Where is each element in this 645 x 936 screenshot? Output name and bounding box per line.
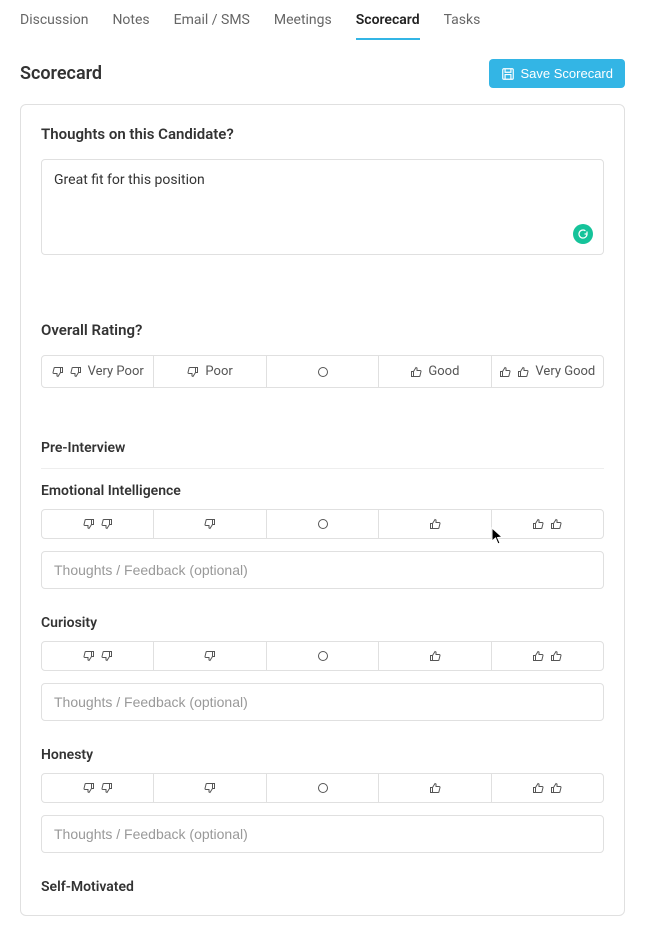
rating-poor[interactable] (154, 774, 266, 802)
trait-rating-row (41, 773, 604, 803)
tab-emailsms[interactable]: Email / SMS (174, 12, 250, 40)
rating-poor[interactable] (154, 642, 266, 670)
trait-honesty: Honesty (41, 733, 604, 853)
save-button-label: Save Scorecard (521, 66, 614, 81)
rating-good[interactable] (379, 642, 491, 670)
page-header: Scorecard Save Scorecard (0, 41, 645, 104)
tab-tasks[interactable]: Tasks (444, 12, 481, 40)
overall-poor[interactable]: Poor (154, 356, 266, 387)
rating-very-poor[interactable] (42, 510, 154, 538)
thoughts-heading: Thoughts on this Candidate? (41, 125, 604, 143)
thumbs-up-icon (532, 782, 544, 794)
thumbs-down-icon (204, 518, 216, 530)
overall-very-good[interactable]: Very Good (492, 356, 603, 387)
trait-rating-row (41, 509, 604, 539)
very-poor-label: Very Poor (88, 364, 144, 379)
overall-rating-row: Very Poor Poor Good Very Go (41, 355, 604, 388)
trait-title: Curiosity (41, 615, 604, 631)
tab-discussion[interactable]: Discussion (20, 12, 88, 40)
rating-very-good[interactable] (492, 510, 603, 538)
overall-rating-heading: Overall Rating? (41, 321, 604, 339)
scorecard-card: Thoughts on this Candidate? Great fit fo… (20, 104, 625, 916)
thumbs-up-icon (499, 366, 511, 378)
trait-title: Emotional Intelligence (41, 483, 604, 499)
tab-meetings[interactable]: Meetings (274, 12, 332, 40)
circle-icon (317, 518, 329, 530)
thoughts-textarea[interactable]: Great fit for this position (41, 159, 604, 255)
very-good-label: Very Good (535, 364, 595, 379)
thumbs-down-icon (204, 782, 216, 794)
trait-curiosity: Curiosity (41, 601, 604, 721)
circle-icon (317, 782, 329, 794)
thumbs-down-icon (83, 518, 95, 530)
trait-feedback-input[interactable] (41, 551, 604, 589)
trait-feedback-input[interactable] (41, 815, 604, 853)
thumbs-up-icon (517, 366, 529, 378)
rating-very-good[interactable] (492, 774, 603, 802)
thumbs-down-icon (52, 366, 64, 378)
overall-very-poor[interactable]: Very Poor (42, 356, 154, 387)
thumbs-down-icon (204, 650, 216, 662)
trait-feedback-input[interactable] (41, 683, 604, 721)
poor-label: Poor (205, 364, 232, 379)
thumbs-down-icon (101, 518, 113, 530)
save-icon (501, 67, 515, 81)
rating-very-good[interactable] (492, 642, 603, 670)
thumbs-down-icon (70, 366, 82, 378)
rating-good[interactable] (379, 774, 491, 802)
thumbs-down-icon (101, 782, 113, 794)
trait-title: Honesty (41, 747, 604, 763)
tab-bar: Discussion Notes Email / SMS Meetings Sc… (0, 0, 645, 41)
thumbs-up-icon (429, 782, 441, 794)
thumbs-down-icon (83, 782, 95, 794)
overall-neutral[interactable] (267, 356, 379, 387)
rating-poor[interactable] (154, 510, 266, 538)
overall-good[interactable]: Good (379, 356, 491, 387)
thumbs-up-icon (550, 650, 562, 662)
thoughts-value: Great fit for this position (54, 172, 591, 188)
good-label: Good (428, 364, 459, 379)
thumbs-up-icon (410, 366, 422, 378)
thumbs-up-icon (532, 650, 544, 662)
trait-self-motivated: Self-Motivated (41, 865, 604, 895)
thumbs-up-icon (550, 518, 562, 530)
circle-icon (317, 366, 329, 378)
pre-interview-heading: Pre-Interview (41, 428, 604, 456)
rating-neutral[interactable] (267, 510, 379, 538)
rating-neutral[interactable] (267, 774, 379, 802)
trait-emotional-intelligence: Emotional Intelligence (41, 468, 604, 589)
page-title: Scorecard (20, 63, 102, 84)
thumbs-up-icon (429, 518, 441, 530)
thumbs-up-icon (532, 518, 544, 530)
thumbs-down-icon (83, 650, 95, 662)
circle-icon (317, 650, 329, 662)
tab-scorecard[interactable]: Scorecard (356, 12, 420, 40)
thumbs-up-icon (550, 782, 562, 794)
thumbs-down-icon (187, 366, 199, 378)
rating-very-poor[interactable] (42, 642, 154, 670)
trait-title: Self-Motivated (41, 879, 604, 895)
rating-neutral[interactable] (267, 642, 379, 670)
tab-notes[interactable]: Notes (112, 12, 149, 40)
rating-very-poor[interactable] (42, 774, 154, 802)
thumbs-up-icon (429, 650, 441, 662)
trait-rating-row (41, 641, 604, 671)
save-scorecard-button[interactable]: Save Scorecard (489, 59, 626, 88)
thumbs-down-icon (101, 650, 113, 662)
grammarly-icon (573, 224, 593, 244)
rating-good[interactable] (379, 510, 491, 538)
